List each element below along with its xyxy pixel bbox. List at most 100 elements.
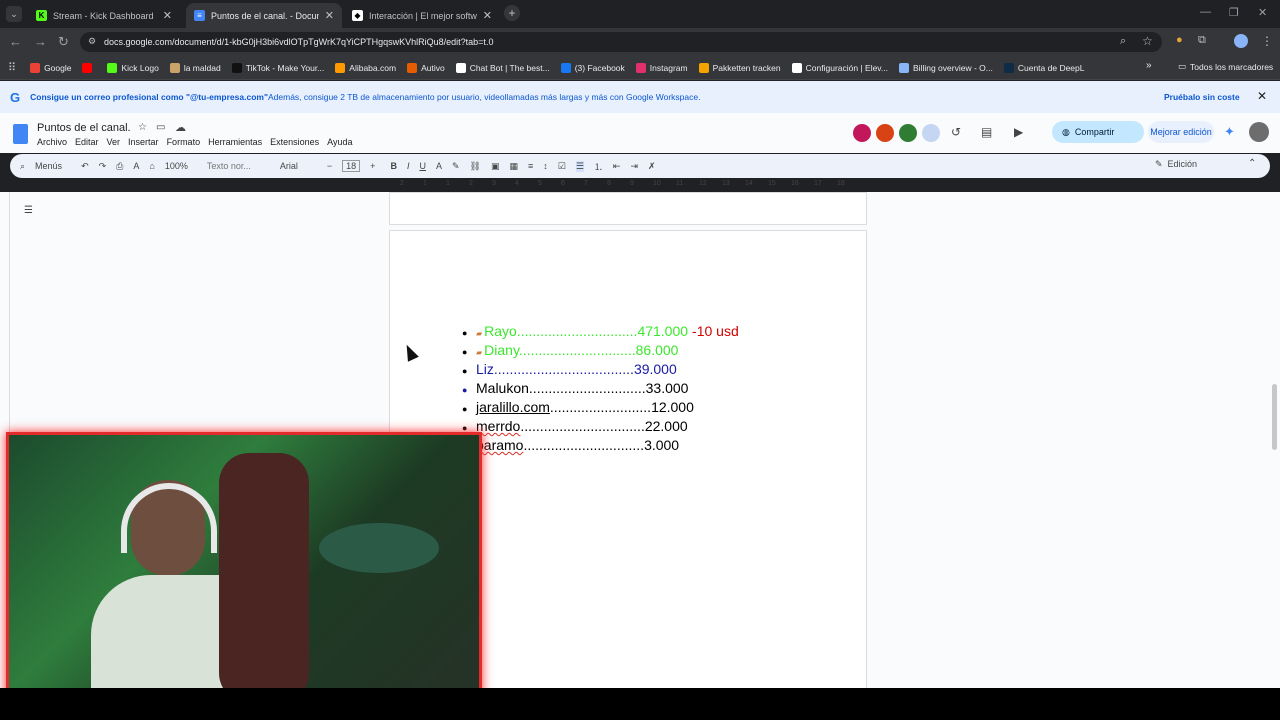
close-icon[interactable]: ✕ <box>163 9 172 22</box>
tab-docs[interactable]: ≡ Puntos de el canal. - Document ✕ <box>186 3 342 28</box>
close-icon[interactable]: ✕ <box>483 9 492 22</box>
bold-icon[interactable]: B <box>390 161 397 171</box>
apps-icon[interactable]: ⠿ <box>8 61 16 74</box>
list-item[interactable]: ● Liz....................................… <box>462 360 677 381</box>
zoom-select[interactable]: 100% <box>165 161 188 171</box>
bookmark-item[interactable]: TikTok - Make Your... <box>231 62 324 73</box>
site-info-icon[interactable]: ⚙ <box>88 36 96 47</box>
star-doc-icon[interactable]: ☆ <box>138 122 147 133</box>
horizontal-ruler[interactable]: 2 1 1 2 3 4 5 6 7 8 9 10 11 12 13 14 15 16 17 18 <box>388 180 868 192</box>
gemini-icon[interactable]: ✦ <box>1224 124 1235 140</box>
underline-icon[interactable]: U <box>419 161 426 171</box>
puzzle-icon[interactable]: ⧉ <box>1198 34 1206 47</box>
bookmark-item[interactable] <box>82 62 96 73</box>
style-select[interactable]: Texto nor... <box>207 161 251 171</box>
print-icon[interactable]: ⎙ <box>116 161 123 172</box>
menu-ayuda[interactable]: Ayuda <box>327 137 352 147</box>
close-window-icon[interactable]: ✕ <box>1258 6 1267 19</box>
bookmark-item[interactable]: Autivo <box>407 62 445 73</box>
text-color-icon[interactable]: A <box>436 161 442 171</box>
collaborator-avatar[interactable] <box>899 124 917 142</box>
move-folder-icon[interactable]: ▭ <box>156 122 165 133</box>
zoom-icon[interactable]: ⌕ <box>1120 35 1126 48</box>
tab-interaccion[interactable]: ◆ Interacción | El mejor software ✕ <box>344 3 500 28</box>
italic-icon[interactable]: I <box>407 161 410 171</box>
all-bookmarks[interactable]: ▭ Todos los marcadores <box>1178 61 1273 72</box>
menu-herramientas[interactable]: Herramientas <box>208 137 262 147</box>
spellcheck-icon[interactable]: A <box>133 161 139 171</box>
menu-archivo[interactable]: Archivo <box>37 137 67 147</box>
list-item[interactable]: ● jaralillo.com..........................… <box>462 398 694 419</box>
list-item[interactable]: ● merrdo................................2… <box>462 417 688 438</box>
menus-search[interactable]: Menús <box>35 161 62 171</box>
extension-icon[interactable]: ● <box>1176 34 1183 46</box>
menu-editar[interactable]: Editar <box>75 137 99 147</box>
docs-logo-icon[interactable] <box>13 124 28 144</box>
account-avatar[interactable] <box>1249 122 1269 142</box>
bookmark-item[interactable]: Google <box>30 62 71 73</box>
paint-format-icon[interactable]: ⌂ <box>149 161 154 171</box>
editing-mode-select[interactable]: ✎ Edición <box>1155 159 1197 170</box>
increase-size-icon[interactable]: + <box>370 161 375 171</box>
bookmark-item[interactable]: Configuración | Elev... <box>791 62 888 73</box>
numbered-list-icon[interactable]: ⒈ <box>594 160 603 173</box>
collaborator-avatar[interactable] <box>876 124 894 142</box>
meet-icon[interactable]: ▶ <box>1014 125 1023 139</box>
search-icon[interactable]: ⌕ <box>20 161 25 172</box>
bookmark-item[interactable]: (3) Facebook <box>560 62 625 73</box>
reload-icon[interactable]: ↻ <box>58 34 69 50</box>
menu-ver[interactable]: Ver <box>107 137 121 147</box>
redo-icon[interactable]: ↷ <box>99 161 107 172</box>
address-bar[interactable]: docs.google.com/document/d/1-kbG0jH3bi6v… <box>80 32 1162 52</box>
image-icon[interactable]: ▦ <box>509 161 518 172</box>
history-icon[interactable]: ↺ <box>951 125 961 139</box>
profile-icon[interactable] <box>1234 34 1248 48</box>
bookmark-item[interactable]: Alibaba.com <box>335 62 396 73</box>
star-icon[interactable]: ☆ <box>1142 34 1153 48</box>
bookmark-item[interactable]: Billing overview - O... <box>899 62 993 73</box>
cloud-status-icon[interactable]: ☁ <box>175 121 186 134</box>
forward-icon[interactable]: → <box>34 34 47 49</box>
bookmark-item[interactable]: Cuenta de DeepL <box>1003 62 1085 73</box>
list-item[interactable]: ● Malukon..............................33… <box>462 379 688 400</box>
decrease-size-icon[interactable]: − <box>327 161 332 171</box>
hide-menus-icon[interactable]: ⌃ <box>1248 158 1256 169</box>
bookmark-item[interactable]: Kick Logo <box>107 62 159 73</box>
font-size-input[interactable]: 18 <box>342 160 361 172</box>
new-tab-button[interactable]: + <box>504 5 520 21</box>
browser-menu-icon[interactable]: ⋮ <box>1261 34 1273 48</box>
undo-icon[interactable]: ↶ <box>81 161 89 172</box>
bookmark-item[interactable]: Chat Bot | The best... <box>455 62 550 73</box>
collaborator-avatar[interactable] <box>853 124 871 142</box>
decrease-indent-icon[interactable]: ⇤ <box>613 161 621 172</box>
bookmark-item[interactable]: la maldad <box>169 62 221 73</box>
close-icon[interactable]: ✕ <box>325 9 334 22</box>
tab-kick-dashboard[interactable]: K Stream - Kick Dashboard ✕ <box>28 3 180 28</box>
list-item[interactable]: ●paramo...............................3.… <box>462 436 679 457</box>
comment-icon[interactable]: ▣ <box>491 161 500 172</box>
bookmark-item[interactable]: Pakketten tracken <box>698 62 781 73</box>
checklist-icon[interactable]: ☑ <box>558 161 566 172</box>
minimize-icon[interactable]: — <box>1200 6 1211 18</box>
doc-title[interactable]: Puntos de el canal. <box>37 122 131 134</box>
scrollbar[interactable] <box>1272 384 1277 450</box>
align-icon[interactable]: ≡ <box>528 161 533 171</box>
upgrade-button[interactable]: Mejorar edición <box>1148 121 1214 143</box>
link-icon[interactable]: ⛓ <box>470 161 481 172</box>
banner-cta-button[interactable]: Pruébalo sin coste <box>1164 92 1240 102</box>
highlight-icon[interactable]: ✎ <box>452 161 460 172</box>
tab-search-icon[interactable]: ⌄ <box>6 6 22 22</box>
maximize-icon[interactable]: ❐ <box>1229 6 1239 19</box>
font-select[interactable]: Arial <box>280 161 298 171</box>
menu-extensiones[interactable]: Extensiones <box>270 137 319 147</box>
back-icon[interactable]: ← <box>9 34 22 49</box>
banner-close-icon[interactable]: ✕ <box>1257 89 1267 103</box>
bookmarks-overflow-icon[interactable]: » <box>1146 60 1152 71</box>
menu-formato[interactable]: Formato <box>167 137 201 147</box>
collaborator-avatar[interactable] <box>922 124 940 142</box>
outline-icon[interactable]: ☰ <box>24 205 33 216</box>
line-spacing-icon[interactable]: ↕ <box>543 161 548 171</box>
share-button[interactable]: ◍ Compartir <box>1052 121 1144 143</box>
bulleted-list-icon[interactable]: ☰ <box>575 160 584 172</box>
increase-indent-icon[interactable]: ⇥ <box>630 161 638 172</box>
